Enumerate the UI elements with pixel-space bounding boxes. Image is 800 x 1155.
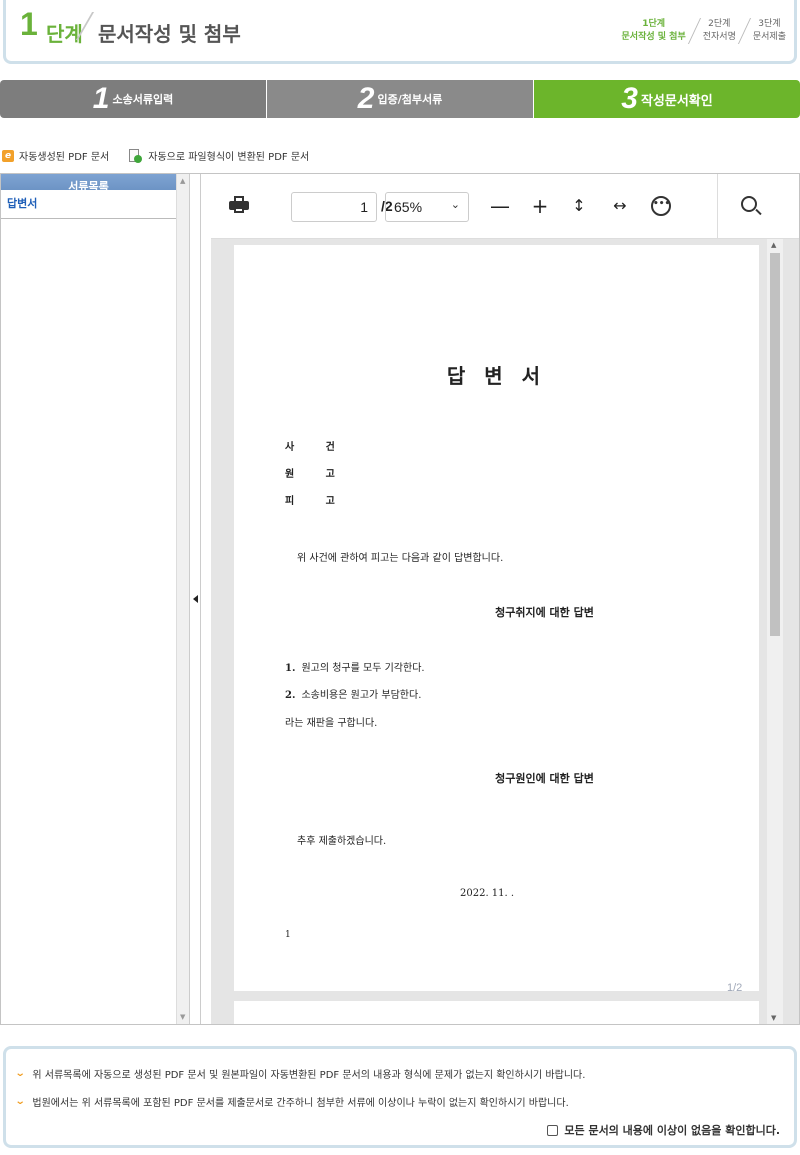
- list-item: 2. 소송비용은 원고가 부담한다.: [285, 686, 421, 701]
- viewer-scrollbar[interactable]: ▲ ▼: [767, 239, 783, 1024]
- progress-tabs: 1 소송서류입력 2 입증/첨부서류 3 작성문서확인: [0, 80, 800, 118]
- legend-converted-pdf: 자동으로 파일형식이 변환된 PDF 문서: [148, 152, 310, 163]
- search-icon[interactable]: [741, 196, 757, 212]
- fit-height-icon[interactable]: ↕: [567, 194, 591, 218]
- notice-line: ⌄ 위 서류목록에 자동으로 생성된 PDF 문서 및 원본파일이 자동변환된 …: [14, 1066, 586, 1081]
- step-indicator: 1단계 문서작성 및 첨부 2단계 전자서명 3단계 문서제출: [622, 18, 786, 44]
- step-number: 1: [20, 6, 38, 42]
- page-number-input[interactable]: 1: [291, 192, 377, 222]
- notice-text: 법원에서는 위 서류목록에 포함된 PDF 문서를 제출문서로 간주하니 첨부한…: [32, 1098, 569, 1109]
- tab-number: 3: [621, 82, 638, 115]
- step-3: 3단계 문서제출: [753, 18, 786, 44]
- step-1: 1단계 문서작성 및 첨부: [622, 18, 686, 44]
- scroll-up-icon[interactable]: ▲: [771, 241, 776, 249]
- notice-line: ⌄ 법원에서는 위 서류목록에 포함된 PDF 문서를 제출문서로 간주하니 첨…: [14, 1094, 569, 1109]
- chevron-down-icon: ⌄: [450, 199, 460, 211]
- scroll-up-icon[interactable]: ▲: [180, 177, 185, 185]
- chevron-down-icon: ⌄: [14, 1068, 26, 1079]
- tab-label: 입증/첨부서류: [377, 93, 443, 106]
- page-indicator: 1/2: [727, 982, 743, 994]
- scroll-down-icon[interactable]: ▼: [180, 1013, 185, 1021]
- toolbar-divider: [717, 174, 718, 239]
- step-1-desc: 문서작성 및 첨부: [621, 32, 686, 42]
- legend-auto-pdf: 자동생성된 PDF 문서: [19, 152, 110, 163]
- page-title: 문서작성 및 첨부: [98, 22, 241, 46]
- intro-text: 위 사건에 관하여 피고는 다음과 같이 답변합니다.: [297, 553, 504, 564]
- pdf-page-next: [234, 1001, 759, 1024]
- document-date: 2022. 11. .: [460, 888, 515, 899]
- document-panel: 서류목록 답변서 ▲ ▼ 1 /2 65% ⌄ — + ↕ ↔ ••• 답 변 …: [0, 173, 800, 1025]
- tab-evidence-attachments[interactable]: 2 입증/첨부서류: [267, 80, 534, 118]
- section-title-cause: 청구원인에 대한 답변: [495, 772, 594, 785]
- item-text: 소송비용은 원고가 부담한다.: [301, 690, 422, 701]
- tab-document-review[interactable]: 3 작성문서확인: [534, 80, 800, 118]
- list-item: 1. 원고의 청구를 모두 기각한다.: [285, 659, 425, 674]
- step-word: 단계: [46, 22, 83, 46]
- confirm-checkbox[interactable]: 모든 문서의 내용에 이상이 없음을 확인합니다.: [547, 1122, 780, 1138]
- zoom-in-icon[interactable]: +: [528, 194, 552, 218]
- tab-number: 1: [92, 82, 110, 115]
- confirmation-box: ⌄ 위 서류목록에 자동으로 생성된 PDF 문서 및 원본파일이 자동변환된 …: [3, 1046, 797, 1148]
- field-case: 사 건: [285, 442, 349, 453]
- item-number: 1.: [285, 663, 296, 674]
- step-1-label: 1단계: [642, 19, 666, 29]
- tab-number: 2: [357, 82, 375, 115]
- pdf-viewer: 1 /2 65% ⌄ — + ↕ ↔ ••• 답 변 서 사 건 원 고 피 고…: [211, 174, 799, 1024]
- scroll-down-icon[interactable]: ▼: [771, 1014, 776, 1022]
- item-number: 2.: [285, 690, 296, 701]
- step-2-label: 2단계: [708, 19, 731, 29]
- zoom-value: 65%: [394, 199, 423, 215]
- confirm-checkbox-label: 모든 문서의 내용에 이상이 없음을 확인합니다.: [564, 1124, 780, 1137]
- chevron-down-icon: ⌄: [14, 1096, 26, 1107]
- panel-splitter[interactable]: [189, 174, 201, 1024]
- item-text: 원고의 청구를 모두 기각한다.: [301, 663, 425, 674]
- tab-label: 작성문서확인: [640, 93, 713, 109]
- zoom-out-icon[interactable]: —: [488, 194, 512, 218]
- list-item-answer[interactable]: 답변서: [1, 190, 176, 219]
- fit-width-icon[interactable]: ↔: [608, 194, 632, 218]
- closing-text: 라는 재판을 구합니다.: [285, 718, 378, 729]
- notice-text: 위 서류목록에 자동으로 생성된 PDF 문서 및 원본파일이 자동변환된 PD…: [32, 1070, 586, 1081]
- step-3-label: 3단계: [758, 19, 781, 29]
- step-2: 2단계 전자서명: [703, 18, 736, 44]
- checkbox[interactable]: [547, 1124, 559, 1136]
- document-list: 서류목록 답변서: [1, 174, 176, 1024]
- document-legend: e 자동생성된 PDF 문서 자동으로 파일형식이 변환된 PDF 문서: [2, 148, 309, 163]
- field-defendant: 피 고: [285, 496, 349, 507]
- step-2-desc: 전자서명: [702, 32, 736, 42]
- zoom-select[interactable]: 65% ⌄: [385, 192, 469, 222]
- list-scrollbar[interactable]: ▲ ▼: [176, 174, 189, 1024]
- scroll-thumb[interactable]: [770, 253, 780, 636]
- step-divider: [687, 18, 701, 44]
- file-convert-icon: [129, 148, 143, 163]
- cause-text: 추후 제출하겠습니다.: [297, 836, 387, 847]
- document-title: 답 변 서: [446, 364, 547, 388]
- step-3-desc: 문서제출: [752, 32, 786, 42]
- field-plaintiff: 원 고: [285, 469, 349, 480]
- pdf-toolbar: 1 /2 65% ⌄ — + ↕ ↔ •••: [211, 174, 799, 239]
- tab-litigation-input[interactable]: 1 소송서류입력: [0, 80, 267, 118]
- section-title-claim: 청구취지에 대한 답변: [495, 606, 594, 619]
- collapse-arrow-icon[interactable]: [193, 595, 198, 603]
- tab-label: 소송서류입력: [112, 93, 174, 106]
- print-icon[interactable]: [229, 196, 249, 216]
- e-doc-icon: e: [2, 149, 14, 162]
- more-options-icon[interactable]: •••: [651, 196, 671, 216]
- page-footnote: 1: [285, 930, 291, 940]
- pdf-page: 답 변 서 사 건 원 고 피 고 위 사건에 관하여 피고는 다음과 같이 답…: [234, 245, 759, 991]
- step-divider: [737, 18, 751, 44]
- step-header: 1 단계 문서작성 및 첨부 1단계 문서작성 및 첨부 2단계 전자서명 3단…: [3, 0, 797, 64]
